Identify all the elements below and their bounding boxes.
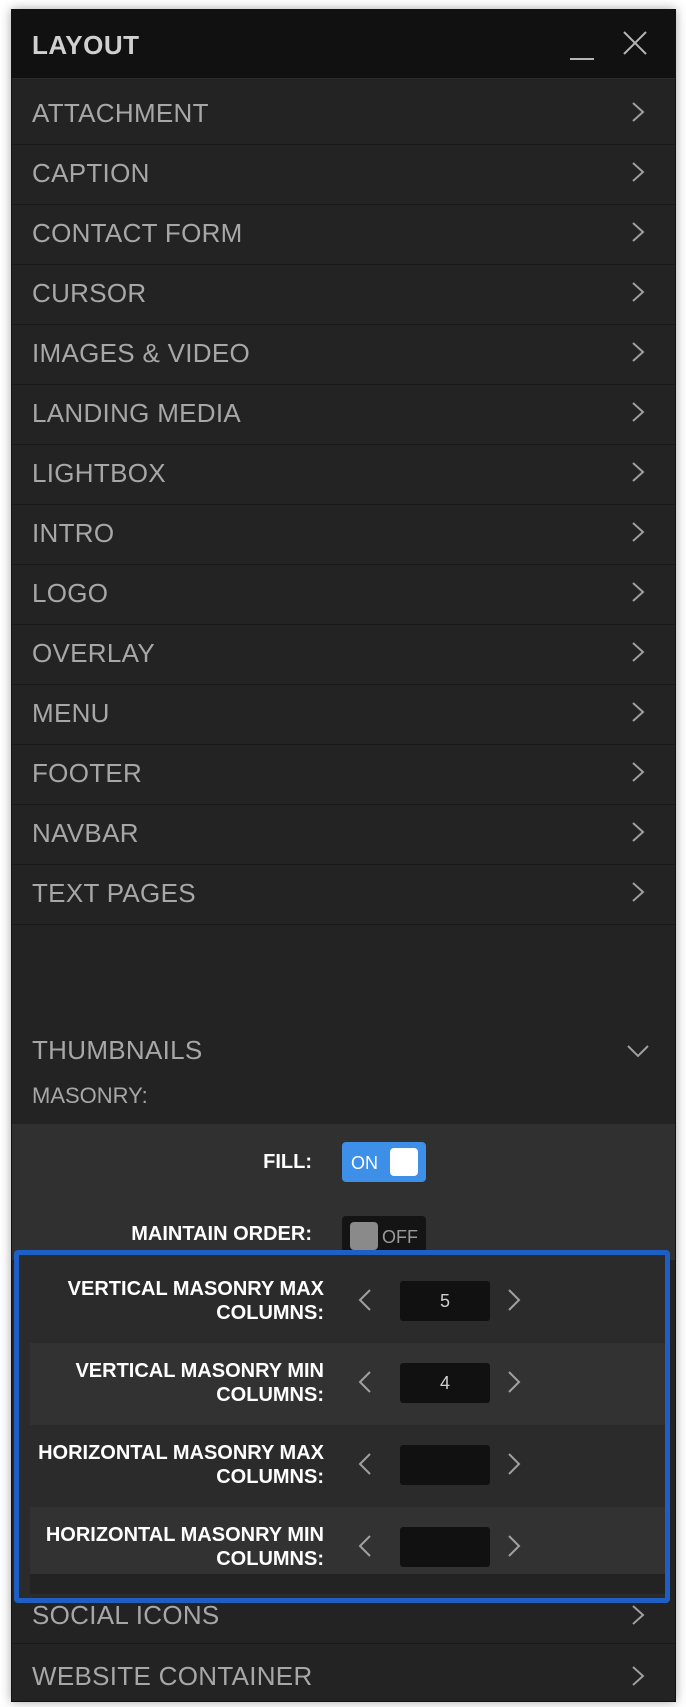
menu-item-label: CONTACT FORM	[32, 218, 243, 248]
menu-item-label: MENU	[32, 698, 110, 728]
panel-title: LAYOUT	[32, 30, 140, 60]
menu-item-overlay[interactable]: OVERLAY	[12, 618, 675, 685]
horizontal-max-columns-value[interactable]	[400, 1445, 490, 1485]
menu-item-lightbox[interactable]: LIGHTBOX	[12, 438, 675, 505]
menu-item-label: TEXT PAGES	[32, 878, 196, 908]
menu-item-label: LIGHTBOX	[32, 458, 166, 488]
decrement-chevron-left-icon[interactable]	[356, 1451, 374, 1477]
vertical-min-columns-value[interactable]: 4	[400, 1363, 490, 1403]
menu-item-navbar[interactable]: NAVBAR	[12, 798, 675, 865]
horizontal-max-columns-row: HORIZONTAL MASONRY MAX COLUMNS:	[30, 1425, 665, 1507]
panel-header: LAYOUT	[12, 10, 675, 79]
menu-item-label: LOGO	[32, 578, 109, 608]
chevron-right-icon	[632, 282, 645, 302]
menu-item-footer[interactable]: FOOTER	[12, 738, 675, 805]
chevron-right-icon	[632, 642, 645, 662]
menu-item-label: NAVBAR	[32, 818, 139, 848]
menu-item-label: FOOTER	[32, 758, 143, 788]
menu-item-intro[interactable]: INTRO	[12, 498, 675, 565]
chevron-right-icon	[632, 102, 645, 122]
chevron-right-icon	[632, 762, 645, 782]
increment-chevron-right-icon[interactable]	[505, 1287, 523, 1313]
stepper-label-line2: COLUMNS:	[216, 1302, 324, 1324]
chevron-right-icon	[632, 402, 645, 422]
chevron-right-icon	[632, 822, 645, 842]
increment-chevron-right-icon[interactable]	[505, 1451, 523, 1477]
stepper-block-footer	[30, 1574, 665, 1594]
stepper-label-line1: VERTICAL MASONRY MAX	[67, 1278, 324, 1300]
stepper-label-line1: VERTICAL MASONRY MIN	[75, 1360, 324, 1382]
maintain-order-toggle-text: OFF	[382, 1227, 418, 1247]
chevron-right-icon	[632, 522, 645, 542]
menu-item-website-container[interactable]: WEBSITE CONTAINER	[12, 1644, 675, 1701]
stepper-label-line1: HORIZONTAL MASONRY MAX	[38, 1442, 324, 1464]
menu-item-cursor[interactable]: CURSOR	[12, 258, 675, 325]
menu-item-label: SOCIAL ICONS	[32, 1600, 220, 1630]
stepper-label-line1: HORIZONTAL MASONRY MIN	[45, 1524, 324, 1546]
masonry-columns-highlight: VERTICAL MASONRY MAX COLUMNS: 5 VERTICAL…	[14, 1250, 670, 1603]
toggle-knob	[350, 1222, 378, 1250]
menu-item-attachment[interactable]: ATTACHMENT	[12, 78, 675, 145]
stepper-label-line2: COLUMNS:	[216, 1384, 324, 1406]
maintain-order-label: MAINTAIN ORDER:	[131, 1223, 312, 1245]
chevron-right-icon	[632, 582, 645, 602]
thumbnails-label: THUMBNAILS	[32, 1035, 203, 1065]
fill-option-row: FILL: ON	[12, 1124, 675, 1200]
chevron-right-icon	[632, 702, 645, 722]
increment-chevron-right-icon[interactable]	[505, 1369, 523, 1395]
vertical-min-columns-row: VERTICAL MASONRY MIN COLUMNS: 4	[30, 1343, 665, 1425]
chevron-down-icon[interactable]	[625, 1042, 651, 1060]
decrement-chevron-left-icon[interactable]	[356, 1287, 374, 1313]
decrement-chevron-left-icon[interactable]	[356, 1369, 374, 1395]
stepper-label-line2: COLUMNS:	[216, 1548, 324, 1570]
chevron-right-icon	[632, 222, 645, 242]
chevron-right-icon	[632, 162, 645, 182]
decrement-chevron-left-icon[interactable]	[356, 1533, 374, 1559]
menu-item-images-video[interactable]: IMAGES & VIDEO	[12, 318, 675, 385]
chevron-right-icon	[632, 1605, 645, 1625]
menu-item-caption[interactable]: CAPTION	[12, 138, 675, 205]
menu-item-label: ATTACHMENT	[32, 98, 209, 128]
menu-item-label: INTRO	[32, 518, 115, 548]
chevron-right-icon	[632, 342, 645, 362]
menu-item-menu[interactable]: MENU	[12, 678, 675, 745]
menu-item-label: WEBSITE CONTAINER	[32, 1661, 313, 1691]
vertical-max-columns-row: VERTICAL MASONRY MAX COLUMNS: 5	[30, 1261, 665, 1343]
minimize-icon[interactable]	[568, 34, 596, 62]
menu-item-label: LANDING MEDIA	[32, 398, 242, 428]
stepper-label-line2: COLUMNS:	[216, 1466, 324, 1488]
menu-item-landing-media[interactable]: LANDING MEDIA	[12, 378, 675, 445]
fill-label: FILL:	[263, 1151, 312, 1173]
close-icon[interactable]	[620, 28, 650, 58]
fill-toggle[interactable]: ON	[342, 1142, 426, 1182]
vertical-min-columns-label: VERTICAL MASONRY MIN COLUMNS:	[75, 1359, 324, 1407]
vertical-max-columns-value[interactable]: 5	[400, 1281, 490, 1321]
horizontal-max-columns-label: HORIZONTAL MASONRY MAX COLUMNS:	[38, 1441, 324, 1489]
chevron-right-icon	[632, 1666, 645, 1686]
fill-toggle-text: ON	[351, 1153, 378, 1173]
chevron-right-icon	[632, 462, 645, 482]
menu-item-contact-form[interactable]: CONTACT FORM	[12, 198, 675, 265]
masonry-section-label: MASONRY:	[32, 1083, 148, 1108]
increment-chevron-right-icon[interactable]	[505, 1533, 523, 1559]
menu-item-label: IMAGES & VIDEO	[32, 338, 251, 368]
menu-item-logo[interactable]: LOGO	[12, 558, 675, 625]
vertical-max-columns-label: VERTICAL MASONRY MAX COLUMNS:	[68, 1277, 324, 1325]
horizontal-min-columns-value[interactable]	[400, 1527, 490, 1567]
toggle-knob	[390, 1148, 418, 1176]
chevron-right-icon	[632, 882, 645, 902]
horizontal-min-columns-label: HORIZONTAL MASONRY MIN COLUMNS:	[46, 1523, 324, 1571]
menu-item-label: CAPTION	[32, 158, 150, 188]
menu-item-label: OVERLAY	[32, 638, 155, 668]
menu-item-text-pages[interactable]: TEXT PAGES	[12, 858, 675, 925]
menu-item-label: CURSOR	[32, 278, 147, 308]
